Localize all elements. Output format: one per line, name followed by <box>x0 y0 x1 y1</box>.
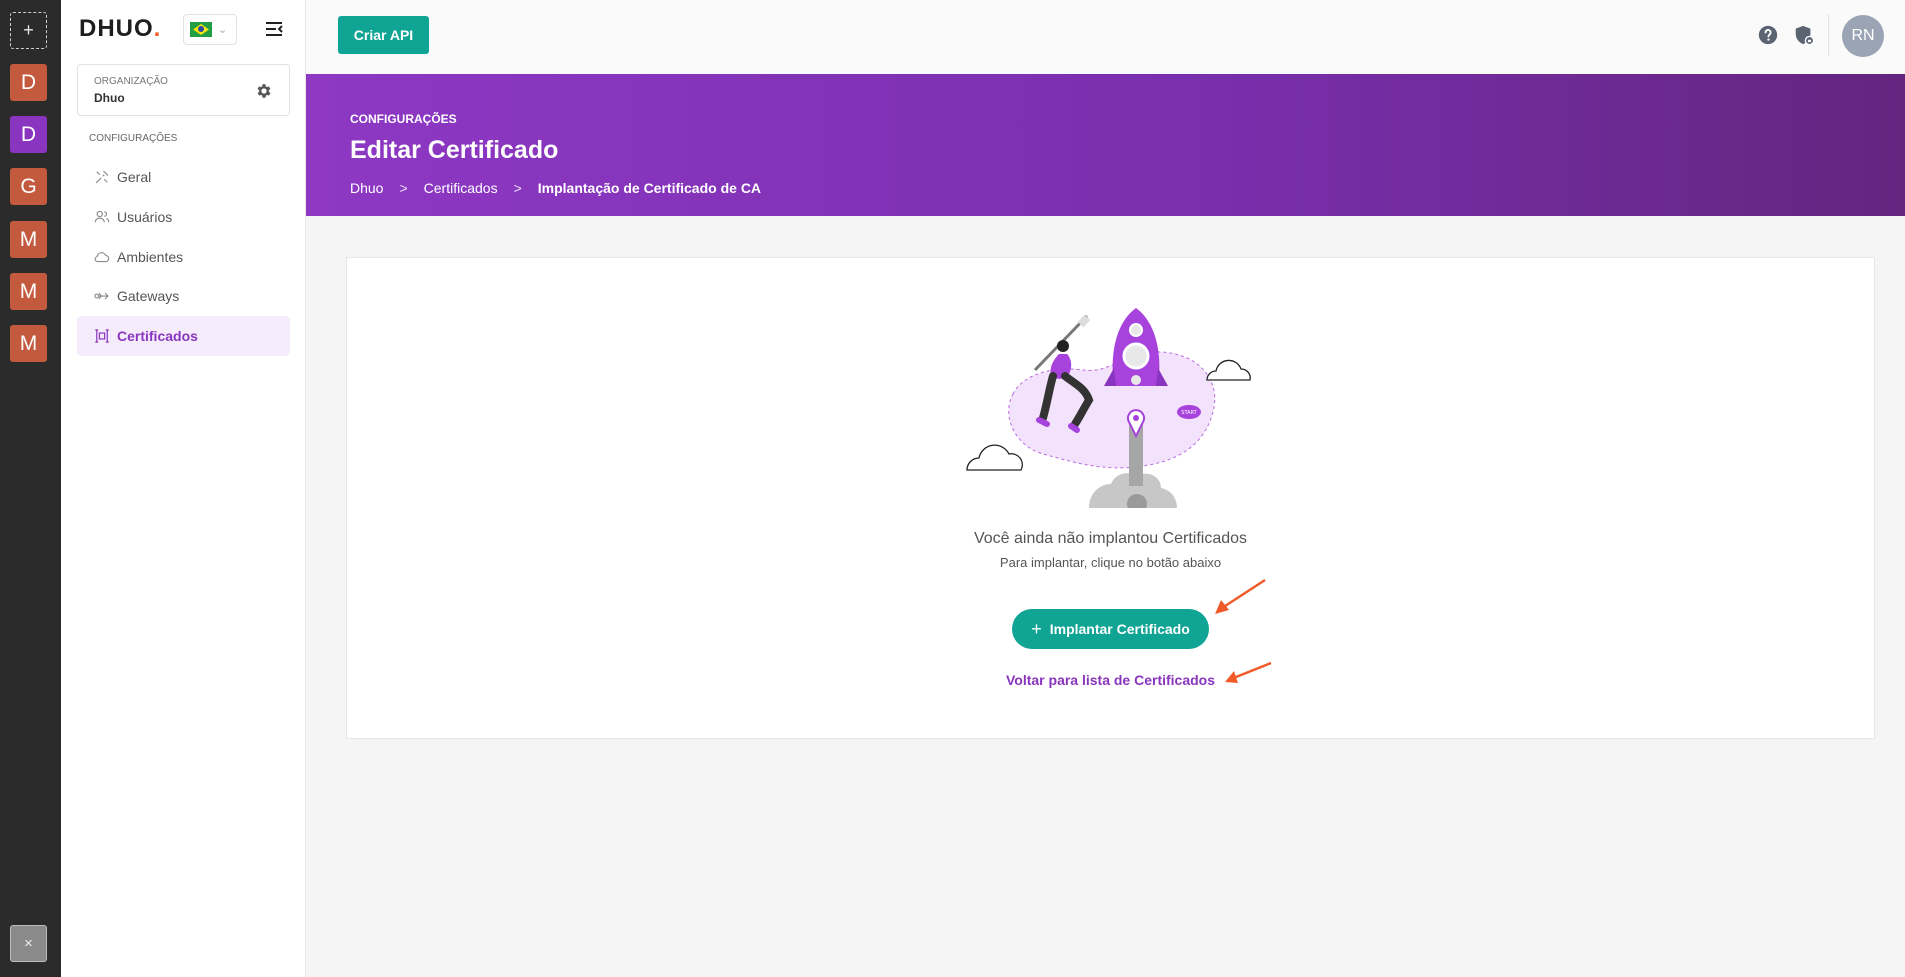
close-rail-button[interactable]: × <box>10 925 47 962</box>
annotation-arrow-icon <box>1225 661 1272 683</box>
sidebar: DHUO. ⌄ ORGANIZAÇÃO Dhuo CONFIGURAÇÕES G… <box>61 0 306 977</box>
org-switch-button[interactable]: M <box>10 273 47 310</box>
cloud-icon <box>94 252 110 263</box>
gateway-icon <box>94 292 109 300</box>
add-organization-button[interactable]: + <box>10 12 47 49</box>
org-switch-button[interactable]: D <box>10 64 47 101</box>
avatar[interactable]: RN <box>1842 15 1884 57</box>
sidebar-item-gateways[interactable]: Gateways <box>77 276 290 316</box>
header-section-label: CONFIGURAÇÕES <box>350 112 457 126</box>
sidebar-item-label: Gateways <box>117 288 180 304</box>
logo-text: DHUO <box>79 15 154 42</box>
certificate-icon <box>95 329 109 343</box>
empty-state-title: Você ainda não implantou Certificados <box>973 530 1248 547</box>
sidebar-item-usuarios[interactable]: Usuários <box>77 197 290 237</box>
help-icon[interactable] <box>1757 24 1779 46</box>
breadcrumb: Dhuo > Certificados > Implantação de Cer… <box>350 180 761 196</box>
sidebar-item-label: Usuários <box>117 209 173 225</box>
org-switch-button[interactable]: G <box>10 168 47 205</box>
sidebar-item-label: Ambientes <box>117 249 184 265</box>
users-icon <box>94 210 110 223</box>
top-bar: Criar API RN <box>306 0 1905 74</box>
logo-dot: . <box>153 15 162 42</box>
organization-card: ORGANIZAÇÃO Dhuo <box>77 64 290 116</box>
empty-state-subtitle: Para implantar, clique no botão abaixo <box>999 555 1222 570</box>
back-to-certificates-link[interactable]: Voltar para lista de Certificados <box>347 672 1874 688</box>
deploy-certificate-label: Implantar Certificado <box>1049 621 1190 637</box>
breadcrumb-separator: > <box>399 180 408 196</box>
page-title: Editar Certificado <box>350 136 559 164</box>
breadcrumb-current: Implantação de Certificado de CA <box>537 180 762 196</box>
sidebar-item-certificados[interactable]: Certificados <box>77 316 290 356</box>
empty-state-card: START Você ainda não implantou Certifica… <box>346 257 1875 739</box>
gear-icon[interactable] <box>255 82 273 100</box>
tools-icon <box>95 170 109 184</box>
sidebar-item-geral[interactable]: Geral <box>77 157 290 197</box>
annotation-arrow-icon <box>1215 578 1266 614</box>
sidebar-item-label: Geral <box>117 169 152 185</box>
deploy-certificate-button[interactable]: + Implantar Certificado <box>1012 609 1209 649</box>
organization-rail: + D D G M M M × <box>0 0 61 977</box>
dhuo-logo[interactable]: DHUO. <box>79 14 161 44</box>
settings-section-label: CONFIGURAÇÕES <box>89 133 178 144</box>
breadcrumb-certificados[interactable]: Certificados <box>424 180 498 196</box>
sidebar-item-label: Certificados <box>117 328 198 344</box>
breadcrumb-dhuo[interactable]: Dhuo <box>350 180 383 196</box>
plus-icon: + <box>1031 618 1042 639</box>
illustration-start-badge: START <box>1181 410 1197 416</box>
org-switch-button[interactable]: M <box>10 325 47 362</box>
org-switch-button[interactable]: M <box>10 221 47 258</box>
topbar-divider <box>1828 14 1829 56</box>
breadcrumb-separator: > <box>513 180 522 196</box>
organization-name: Dhuo <box>94 91 125 105</box>
chevron-down-icon: ⌄ <box>218 24 228 36</box>
language-select[interactable]: ⌄ <box>183 14 237 45</box>
organization-label: ORGANIZAÇÃO <box>94 76 168 87</box>
flag-brazil-icon <box>190 22 212 37</box>
rocket-launch-illustration: START <box>966 308 1251 508</box>
collapse-menu-icon[interactable] <box>263 18 285 40</box>
create-api-button[interactable]: Criar API <box>338 16 429 54</box>
security-shield-icon[interactable] <box>1793 24 1815 46</box>
sidebar-item-ambientes[interactable]: Ambientes <box>77 237 290 277</box>
page-header: CONFIGURAÇÕES Editar Certificado Dhuo > … <box>306 74 1905 216</box>
org-switch-button-active[interactable]: D <box>10 116 47 153</box>
